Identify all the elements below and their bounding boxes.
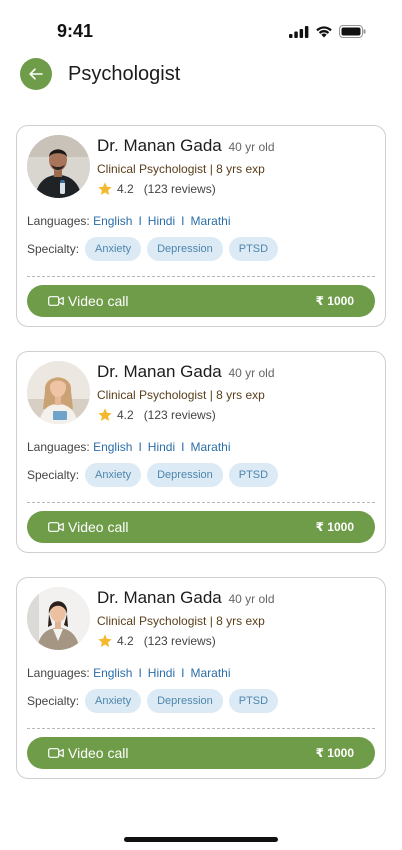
specialty-row: Specialty: Anxiety Depression PTSD — [27, 237, 279, 261]
specialty-chip-depression[interactable]: Depression — [147, 689, 223, 713]
doctor-name: Dr. Manan Gada 40 yr old — [97, 136, 275, 156]
specialty-chip-ptsd[interactable]: PTSD — [228, 237, 279, 261]
language-english[interactable]: English — [93, 440, 132, 454]
languages-label: Languages: — [27, 440, 90, 454]
video-call-label: Video call — [68, 745, 129, 761]
cellular-signal-icon — [289, 25, 309, 38]
doctor-age: 40 yr old — [228, 366, 275, 380]
video-call-label: Video call — [68, 293, 129, 309]
language-separator: I — [181, 440, 185, 454]
consultation-price: ₹ 1000 — [315, 294, 354, 308]
languages-row: Languages: English I Hindi I Marathi — [27, 214, 231, 228]
specialty-label: Specialty: — [27, 468, 80, 482]
language-separator: I — [138, 666, 142, 680]
specialty-chip-ptsd[interactable]: PTSD — [228, 463, 279, 487]
status-bar: 9:41 — [0, 0, 402, 54]
doctor-title: Clinical Psychologist | 8 yrs exp — [97, 162, 265, 176]
doctor-avatar — [27, 135, 90, 198]
review-count: (123 reviews) — [143, 634, 216, 648]
star-icon — [98, 634, 112, 647]
home-indicator[interactable] — [124, 837, 278, 842]
card-divider — [27, 276, 375, 277]
consultation-price: ₹ 1000 — [315, 520, 354, 534]
language-hindi[interactable]: Hindi — [148, 214, 175, 228]
specialty-chip-ptsd[interactable]: PTSD — [228, 689, 279, 713]
language-marathi[interactable]: Marathi — [190, 666, 230, 680]
video-camera-icon — [48, 520, 64, 534]
page-title: Psychologist — [68, 62, 181, 85]
specialty-row: Specialty: Anxiety Depression PTSD — [27, 463, 279, 487]
star-icon — [98, 408, 112, 421]
card-divider — [27, 502, 375, 503]
specialty-label: Specialty: — [27, 242, 80, 256]
consultation-price: ₹ 1000 — [315, 746, 354, 760]
language-separator: I — [138, 214, 142, 228]
status-time: 9:41 — [57, 21, 94, 41]
status-icons — [289, 25, 366, 38]
specialty-chip-depression[interactable]: Depression — [147, 463, 223, 487]
page-header: Psychologist — [20, 58, 180, 90]
back-button[interactable] — [20, 58, 52, 90]
doctor-avatar — [27, 587, 90, 650]
language-hindi[interactable]: Hindi — [148, 666, 175, 680]
review-count: (123 reviews) — [143, 182, 216, 196]
doctor-title: Clinical Psychologist | 8 yrs exp — [97, 614, 265, 628]
arrow-left-icon — [29, 68, 43, 80]
doctor-name-text: Dr. Manan Gada — [97, 588, 222, 607]
rating-value: 4.2 — [117, 182, 134, 196]
languages-row: Languages: English I Hindi I Marathi — [27, 666, 231, 680]
doctor-rating: 4.2 (123 reviews) — [97, 181, 216, 197]
doctor-age: 40 yr old — [228, 592, 275, 606]
specialty-label: Specialty: — [27, 694, 80, 708]
doctor-name-text: Dr. Manan Gada — [97, 136, 222, 155]
wifi-icon — [316, 26, 332, 38]
psychologist-card[interactable]: Dr. Manan Gada 40 yr old Clinical Psycho… — [16, 577, 386, 779]
languages-row: Languages: English I Hindi I Marathi — [27, 440, 231, 454]
doctor-rating: 4.2 (123 reviews) — [97, 633, 216, 649]
doctor-name-text: Dr. Manan Gada — [97, 362, 222, 381]
video-call-button[interactable]: Video call ₹ 1000 — [27, 285, 375, 317]
language-separator: I — [138, 440, 142, 454]
video-call-label: Video call — [68, 519, 129, 535]
psychologist-card[interactable]: Dr. Manan Gada 40 yr old Clinical Psycho… — [16, 351, 386, 553]
doctor-name: Dr. Manan Gada 40 yr old — [97, 588, 275, 608]
languages-label: Languages: — [27, 214, 90, 228]
specialty-chip-anxiety[interactable]: Anxiety — [85, 689, 142, 713]
language-hindi[interactable]: Hindi — [148, 440, 175, 454]
specialty-chip-anxiety[interactable]: Anxiety — [85, 237, 142, 261]
specialty-row: Specialty: Anxiety Depression PTSD — [27, 689, 279, 713]
video-camera-icon — [48, 294, 64, 308]
language-english[interactable]: English — [93, 214, 132, 228]
language-marathi[interactable]: Marathi — [190, 440, 230, 454]
language-english[interactable]: English — [93, 666, 132, 680]
doctor-title: Clinical Psychologist | 8 yrs exp — [97, 388, 265, 402]
battery-icon — [339, 25, 366, 38]
language-separator: I — [181, 214, 185, 228]
specialty-chip-anxiety[interactable]: Anxiety — [85, 463, 142, 487]
video-camera-icon — [48, 746, 64, 760]
rating-value: 4.2 — [117, 408, 134, 422]
psychologist-card[interactable]: Dr. Manan Gada 40 yr old Clinical Psycho… — [16, 125, 386, 327]
languages-label: Languages: — [27, 666, 90, 680]
star-icon — [98, 182, 112, 195]
doctor-name: Dr. Manan Gada 40 yr old — [97, 362, 275, 382]
language-marathi[interactable]: Marathi — [190, 214, 230, 228]
video-call-button[interactable]: Video call ₹ 1000 — [27, 737, 375, 769]
specialty-chip-depression[interactable]: Depression — [147, 237, 223, 261]
doctor-rating: 4.2 (123 reviews) — [97, 407, 216, 423]
doctor-avatar — [27, 361, 90, 424]
language-separator: I — [181, 666, 185, 680]
video-call-button[interactable]: Video call ₹ 1000 — [27, 511, 375, 543]
card-divider — [27, 728, 375, 729]
doctor-age: 40 yr old — [228, 140, 275, 154]
review-count: (123 reviews) — [143, 408, 216, 422]
rating-value: 4.2 — [117, 634, 134, 648]
